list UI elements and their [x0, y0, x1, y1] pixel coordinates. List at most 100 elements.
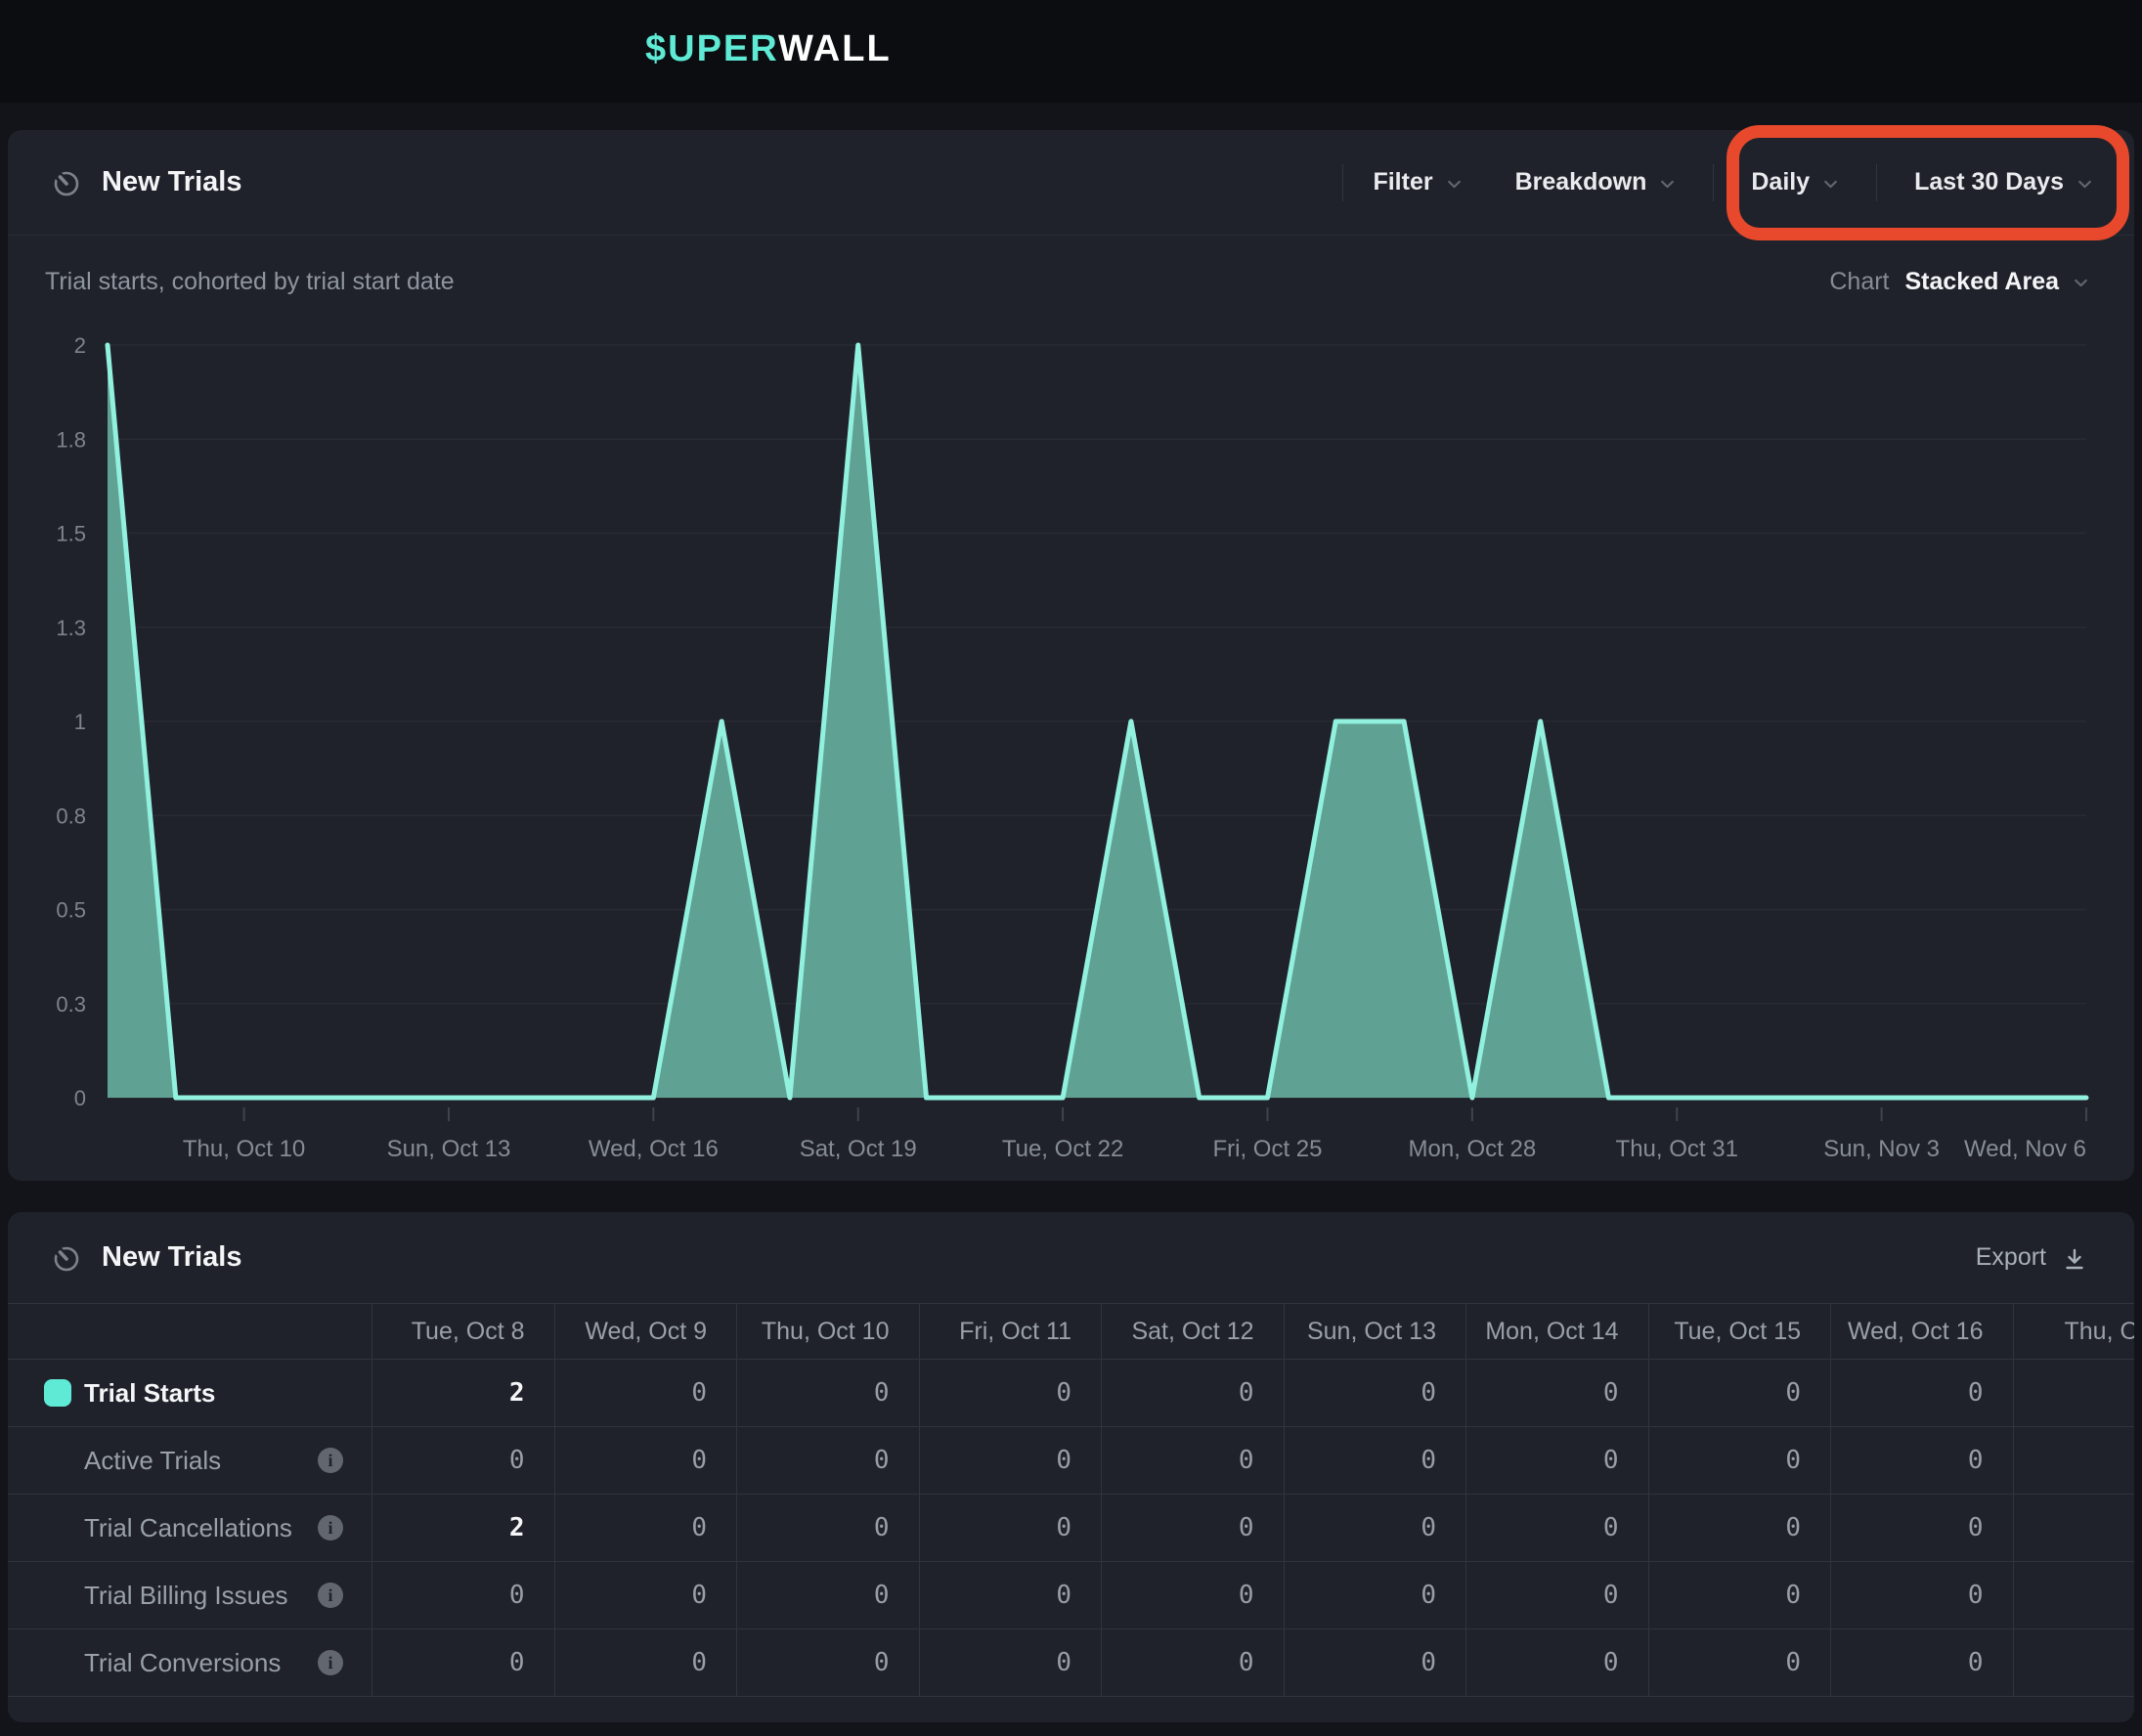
y-axis-tick-label: 1 [74, 710, 86, 734]
table-cell: 0 [1284, 1427, 1466, 1495]
table-cell: 0 [1101, 1495, 1284, 1562]
table-cell: 0 [554, 1629, 737, 1697]
x-axis-tick-label: Tue, Oct 22 [1002, 1136, 1124, 1162]
table-cell: 0 [919, 1360, 1102, 1427]
table-cell: 0 [919, 1427, 1102, 1495]
table-cell [2013, 1495, 2135, 1562]
table-cell: 0 [1648, 1562, 1831, 1629]
x-axis-tick-label: Sat, Oct 19 [800, 1136, 917, 1162]
y-axis-tick-label: 2 [74, 333, 86, 358]
trial-starts-area-chart[interactable]: 2 1.8 1.5 1.3 1 0.8 0.5 0.3 0 Thu, Oct 10 Sun, Oct… [8, 130, 2134, 1181]
series-swatch [44, 1379, 71, 1407]
column-header: Tue, Oct 15 [1648, 1303, 1831, 1360]
row-label: Trial Starts [8, 1360, 372, 1427]
new-trials-table-panel: New Trials Export Tue, Oct 8Wed, Oct 9Th… [8, 1212, 2134, 1722]
table-cell: 0 [1830, 1360, 2013, 1427]
x-axis-tick-label: Mon, Oct 28 [1408, 1136, 1536, 1162]
table-cell: 0 [1284, 1629, 1466, 1697]
column-header: Wed, Oct 16 [1830, 1303, 2013, 1360]
x-axis-tick-label: Thu, Oct 31 [1616, 1136, 1738, 1162]
column-header: Sat, Oct 12 [1101, 1303, 1284, 1360]
table-cell: 0 [1284, 1495, 1466, 1562]
table-cell: 0 [1465, 1495, 1648, 1562]
new-trials-chart-panel: New Trials Filter Breakdown Daily Last 3… [8, 130, 2134, 1181]
x-axis-tick-label: Sun, Oct 13 [387, 1136, 511, 1162]
table-cell: 0 [1648, 1629, 1831, 1697]
table-cell: 0 [1648, 1360, 1831, 1427]
table-cell: 0 [736, 1495, 919, 1562]
table-cell: 0 [554, 1495, 737, 1562]
column-header: Wed, Oct 9 [554, 1303, 737, 1360]
table-cell: 0 [1465, 1427, 1648, 1495]
table-cell: 0 [1465, 1629, 1648, 1697]
table-cell: 0 [554, 1360, 737, 1427]
download-icon [2062, 1247, 2087, 1273]
x-axis-tick-label: Sun, Nov 3 [1823, 1136, 1940, 1162]
trials-table: Tue, Oct 8Wed, Oct 9Thu, Oct 10Fri, Oct … [8, 1303, 2134, 1697]
column-header-empty [8, 1303, 372, 1360]
y-axis-tick-label: 0.5 [56, 898, 86, 923]
column-header: Mon, Oct 14 [1465, 1303, 1648, 1360]
dashboard: { "brand": { "logo_teal": "$UPER", "logo… [0, 0, 2142, 1736]
table-cell: 0 [554, 1562, 737, 1629]
table-cell: 0 [1284, 1562, 1466, 1629]
row-label: Trial Cancellationsi [8, 1495, 372, 1562]
table-cell: 0 [1830, 1495, 2013, 1562]
table-cell: 0 [1101, 1629, 1284, 1697]
table-panel-title: New Trials [102, 1241, 241, 1274]
y-axis-tick-label: 0 [74, 1086, 86, 1110]
table-cell: 0 [1648, 1495, 1831, 1562]
table-cell: 0 [919, 1629, 1102, 1697]
logo-teal-part: $UPER [645, 28, 778, 69]
top-bar: $UPERWALL [0, 0, 2142, 103]
table-cell: 2 [372, 1360, 554, 1427]
column-header: Sun, Oct 13 [1284, 1303, 1466, 1360]
table-cell: 0 [736, 1629, 919, 1697]
superwall-logo: $UPERWALL [645, 28, 892, 70]
y-axis-tick-label: 1.3 [56, 616, 86, 640]
y-axis-tick-label: 0.3 [56, 992, 86, 1017]
table-cell: 0 [736, 1562, 919, 1629]
x-axis-tick-label: Thu, Oct 10 [183, 1136, 305, 1162]
y-axis-tick-label: 0.8 [56, 803, 86, 828]
info-icon[interactable]: i [318, 1515, 343, 1541]
table-cell: 0 [919, 1495, 1102, 1562]
table-cell: 0 [919, 1562, 1102, 1629]
row-label: Active Trialsi [8, 1427, 372, 1495]
column-header: Fri, Oct 11 [919, 1303, 1102, 1360]
table-cell: 0 [372, 1629, 554, 1697]
column-header: Thu, Oct 10 [736, 1303, 919, 1360]
x-axis-tick-label: Fri, Oct 25 [1212, 1136, 1322, 1162]
row-label: Trial Conversionsi [8, 1629, 372, 1697]
export-button[interactable]: Export [1976, 1243, 2087, 1273]
table-cell: 0 [1830, 1562, 2013, 1629]
logo-white-part: WALL [778, 28, 892, 69]
table-cell [2013, 1360, 2135, 1427]
table-cell [2013, 1629, 2135, 1697]
x-axis-tick-label: Wed, Nov 6 [1964, 1136, 2086, 1162]
table-cell: 0 [1830, 1427, 2013, 1495]
row-label: Trial Billing Issuesi [8, 1562, 372, 1629]
table-cell: 0 [1284, 1360, 1466, 1427]
table-cell: 0 [1465, 1562, 1648, 1629]
info-icon[interactable]: i [318, 1448, 343, 1473]
y-axis-tick-label: 1.5 [56, 522, 86, 546]
column-header: Thu, O [2013, 1303, 2135, 1360]
export-label: Export [1976, 1243, 2046, 1272]
column-header: Tue, Oct 8 [372, 1303, 554, 1360]
table-cell [2013, 1427, 2135, 1495]
x-axis-tick-label: Wed, Oct 16 [589, 1136, 719, 1162]
table-cell: 0 [554, 1427, 737, 1495]
table-cell: 0 [736, 1360, 919, 1427]
info-icon[interactable]: i [318, 1650, 343, 1675]
table-cell: 0 [1101, 1360, 1284, 1427]
y-axis-tick-label: 1.8 [56, 427, 86, 452]
table-cell: 0 [372, 1427, 554, 1495]
info-icon[interactable]: i [318, 1583, 343, 1608]
table-panel-header: New Trials Export [8, 1212, 2134, 1303]
table-cell: 0 [1648, 1427, 1831, 1495]
table-cell: 0 [1101, 1427, 1284, 1495]
timer-icon [51, 1242, 82, 1274]
table-cell [2013, 1562, 2135, 1629]
table-cell: 0 [1830, 1629, 2013, 1697]
